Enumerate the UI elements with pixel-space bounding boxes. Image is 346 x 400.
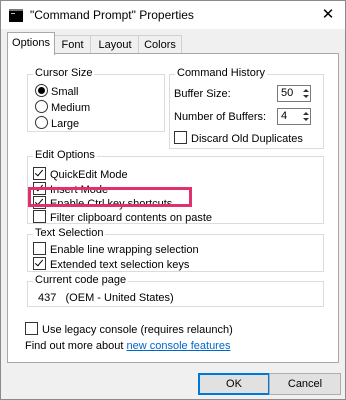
checkbox-indicator[interactable]	[33, 242, 46, 255]
tab-colors[interactable]: Colors	[138, 35, 182, 54]
code-page-title: Current code page	[33, 274, 129, 286]
num-buffers-spinner[interactable]: 4	[277, 108, 311, 125]
properties-window: "Command Prompt" Properties ✕ Options Fo…	[0, 0, 346, 400]
spinner-arrows	[301, 109, 310, 124]
console-features-line: Find out more about new console features	[25, 339, 230, 353]
discard-duplicates-checkbox[interactable]: Discard Old Duplicates	[174, 131, 303, 145]
quickedit-mode-checkbox[interactable]: QuickEdit Mode	[33, 167, 128, 181]
checkbox-indicator[interactable]	[33, 257, 46, 270]
filter-clipboard-checkbox[interactable]: Filter clipboard contents on paste	[33, 210, 212, 224]
checkbox-indicator[interactable]	[174, 131, 187, 144]
checkbox-indicator[interactable]	[33, 210, 46, 223]
command-history-group: Command History Buffer Size: 50 Number o…	[169, 67, 324, 149]
checkbox-indicator[interactable]	[33, 167, 46, 180]
text-selection-group: Text Selection Enable line wrapping sele…	[27, 227, 324, 272]
cursor-medium-label: Medium	[51, 102, 91, 114]
spinner-arrows	[301, 86, 310, 101]
annotation-highlight-box	[28, 187, 192, 207]
cursor-large-label: Large	[51, 118, 80, 130]
tab-font[interactable]: Font	[53, 35, 92, 54]
spin-down-icon[interactable]	[303, 95, 309, 98]
code-page-group: Current code page 437 (OEM - United Stat…	[27, 274, 324, 307]
spin-up-icon[interactable]	[303, 112, 309, 115]
command-history-title: Command History	[175, 67, 268, 79]
cursor-size-title: Cursor Size	[33, 67, 95, 79]
new-console-features-link[interactable]: new console features	[127, 340, 231, 352]
buffer-size-spinner[interactable]: 50	[277, 85, 311, 102]
tab-options[interactable]: Options	[7, 32, 55, 55]
tab-layout[interactable]: Layout	[90, 35, 140, 54]
extended-keys-label: Extended text selection keys	[50, 259, 190, 271]
radio-indicator[interactable]	[35, 84, 48, 97]
discard-duplicates-label: Discard Old Duplicates	[191, 133, 303, 145]
cursor-large-radio[interactable]: Large	[35, 116, 79, 130]
text-selection-title: Text Selection	[33, 227, 106, 239]
spin-up-icon[interactable]	[303, 89, 309, 92]
radio-indicator[interactable]	[35, 116, 48, 129]
num-buffers-label: Number of Buffers:	[174, 111, 267, 123]
quickedit-mode-label: QuickEdit Mode	[50, 169, 128, 181]
line-wrapping-label: Enable line wrapping selection	[50, 244, 199, 256]
cursor-small-label: Small	[51, 86, 79, 98]
buffer-size-value[interactable]: 50	[281, 87, 293, 99]
cursor-small-radio[interactable]: Small	[35, 84, 79, 98]
cursor-size-group: Cursor Size Small Medium Large	[27, 67, 165, 132]
cursor-medium-radio[interactable]: Medium	[35, 100, 90, 114]
edit-options-title: Edit Options	[33, 149, 97, 161]
find-out-more-text: Find out more about	[25, 340, 127, 352]
options-panel: Cursor Size Small Medium Large Command H…	[7, 53, 339, 363]
line-wrapping-checkbox[interactable]: Enable line wrapping selection	[33, 242, 199, 256]
title-bar[interactable]: "Command Prompt" Properties ✕	[1, 1, 345, 29]
spin-down-icon[interactable]	[303, 118, 309, 121]
checkbox-indicator[interactable]	[25, 322, 38, 335]
legacy-console-label: Use legacy console (requires relaunch)	[42, 324, 233, 336]
num-buffers-value[interactable]: 4	[281, 110, 287, 122]
code-page-value: 437 (OEM - United States)	[38, 292, 174, 304]
buffer-size-label: Buffer Size:	[174, 88, 231, 100]
radio-indicator[interactable]	[35, 100, 48, 113]
cancel-button[interactable]: Cancel	[269, 373, 341, 395]
extended-keys-checkbox[interactable]: Extended text selection keys	[33, 257, 189, 271]
window-title: "Command Prompt" Properties	[30, 8, 194, 22]
ok-button[interactable]: OK	[198, 373, 270, 395]
command-prompt-icon	[9, 9, 23, 22]
close-button[interactable]: ✕	[311, 1, 345, 29]
filter-clipboard-label: Filter clipboard contents on paste	[50, 212, 213, 224]
legacy-console-checkbox[interactable]: Use legacy console (requires relaunch)	[25, 322, 233, 336]
